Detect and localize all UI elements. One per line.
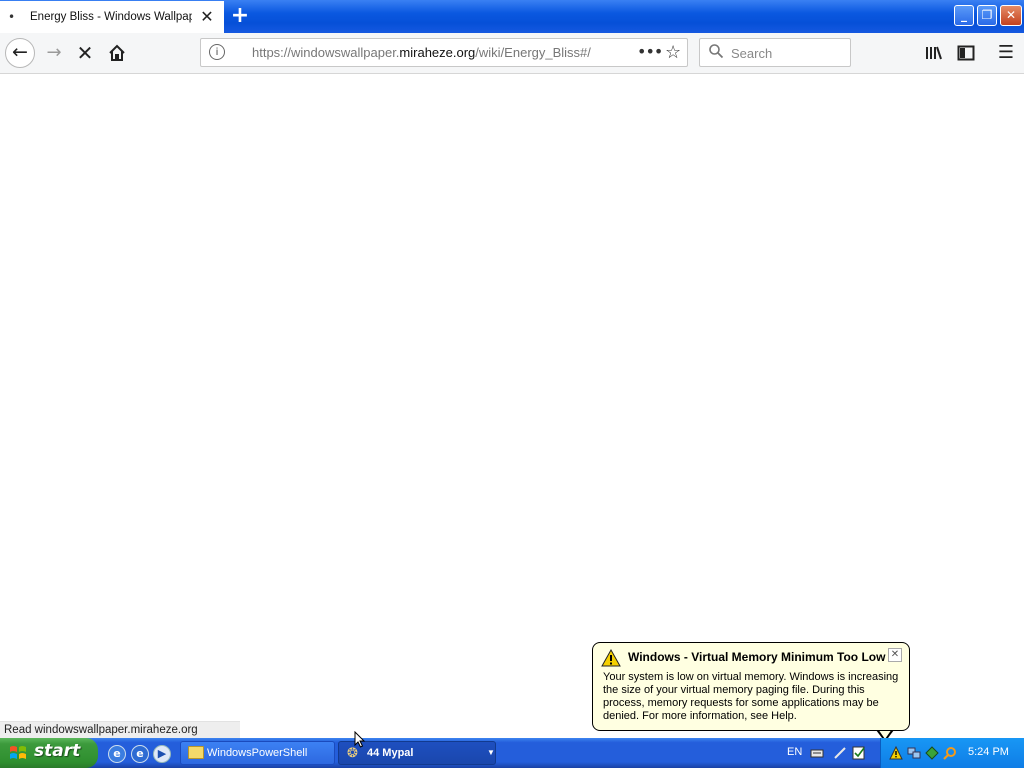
network-icon[interactable] [907, 746, 921, 760]
quicklaunch-browser-2-icon[interactable]: e [131, 745, 149, 763]
url-text[interactable]: https://windowswallpaper.miraheze.org/wi… [252, 45, 602, 60]
restore-button[interactable]: ❐ [977, 5, 997, 26]
search-tray-icon[interactable] [943, 746, 957, 760]
quicklaunch-browser-icon[interactable]: e [108, 745, 126, 763]
search-placeholder: Search [731, 46, 773, 61]
home-button[interactable] [103, 39, 131, 67]
search-icon [709, 44, 724, 59]
page-actions-icon[interactable]: ••• [637, 42, 663, 61]
title-bar: • Energy Bliss - Windows Wallpaper ✕ + _… [0, 0, 1024, 33]
start-label: start [34, 741, 81, 761]
close-window-button[interactable]: ✕ [1000, 5, 1022, 26]
checklist-icon[interactable] [852, 746, 866, 760]
balloon-title: Windows - Virtual Memory Minimum Too Low [628, 650, 886, 664]
search-bar[interactable]: Search [699, 38, 851, 67]
language-indicator[interactable]: EN [787, 746, 802, 758]
stop-loading-button[interactable]: ✕ [71, 39, 99, 67]
update-icon[interactable] [925, 746, 939, 760]
taskbar: start e e ▶ WindowsPowerShell ❂ 44 Mypal… [0, 738, 1024, 768]
bookmark-star-icon[interactable]: ☆ [665, 42, 681, 63]
keyboard-icon[interactable] [810, 746, 824, 760]
taskbar-item-label: WindowsPowerShell [207, 747, 308, 759]
pen-tool-icon[interactable] [833, 746, 847, 760]
tab-close-icon[interactable]: ✕ [199, 8, 215, 26]
taskbar-item-label: 44 Mypal [367, 747, 414, 759]
windows-logo-icon [10, 746, 26, 759]
clock[interactable]: 5:24 PM [968, 746, 1009, 758]
quicklaunch-media-player-icon[interactable]: ▶ [153, 745, 171, 763]
hamburger-menu-icon[interactable]: ☰ [992, 39, 1020, 67]
balloon-close-button[interactable]: ✕ [888, 648, 902, 662]
taskbar-item-powershell[interactable]: WindowsPowerShell [180, 741, 335, 765]
minimize-button[interactable]: _ [954, 5, 974, 26]
group-dropdown-arrow-icon: ▼ [487, 748, 495, 757]
library-icon[interactable] [920, 39, 948, 67]
mouse-cursor-icon [354, 731, 366, 748]
tray-warning-icon[interactable] [889, 746, 903, 760]
balloon-message: Your system is low on virtual memory. Wi… [603, 671, 899, 722]
warning-icon [601, 649, 621, 667]
back-button[interactable]: ← [5, 38, 35, 68]
sidebar-toggle-icon[interactable] [952, 39, 980, 67]
tab-energy-bliss[interactable]: • Energy Bliss - Windows Wallpaper ✕ [0, 1, 224, 33]
tab-loading-dot: • [8, 10, 16, 24]
url-bar[interactable]: i https://windowswallpaper.miraheze.org/… [200, 38, 688, 67]
virtual-memory-balloon[interactable]: Windows - Virtual Memory Minimum Too Low… [592, 642, 910, 731]
site-info-icon[interactable]: i [209, 44, 225, 60]
home-icon [109, 44, 125, 61]
tab-title: Energy Bliss - Windows Wallpaper [30, 11, 192, 23]
folder-icon [188, 746, 204, 759]
status-text: Read windowswallpaper.miraheze.org [0, 721, 240, 738]
navigation-toolbar: ← → ✕ i https://windowswallpaper.mirahez… [0, 33, 1024, 74]
forward-button[interactable]: → [40, 39, 68, 67]
start-button[interactable]: start [0, 738, 98, 768]
new-tab-button[interactable]: + [229, 4, 251, 28]
